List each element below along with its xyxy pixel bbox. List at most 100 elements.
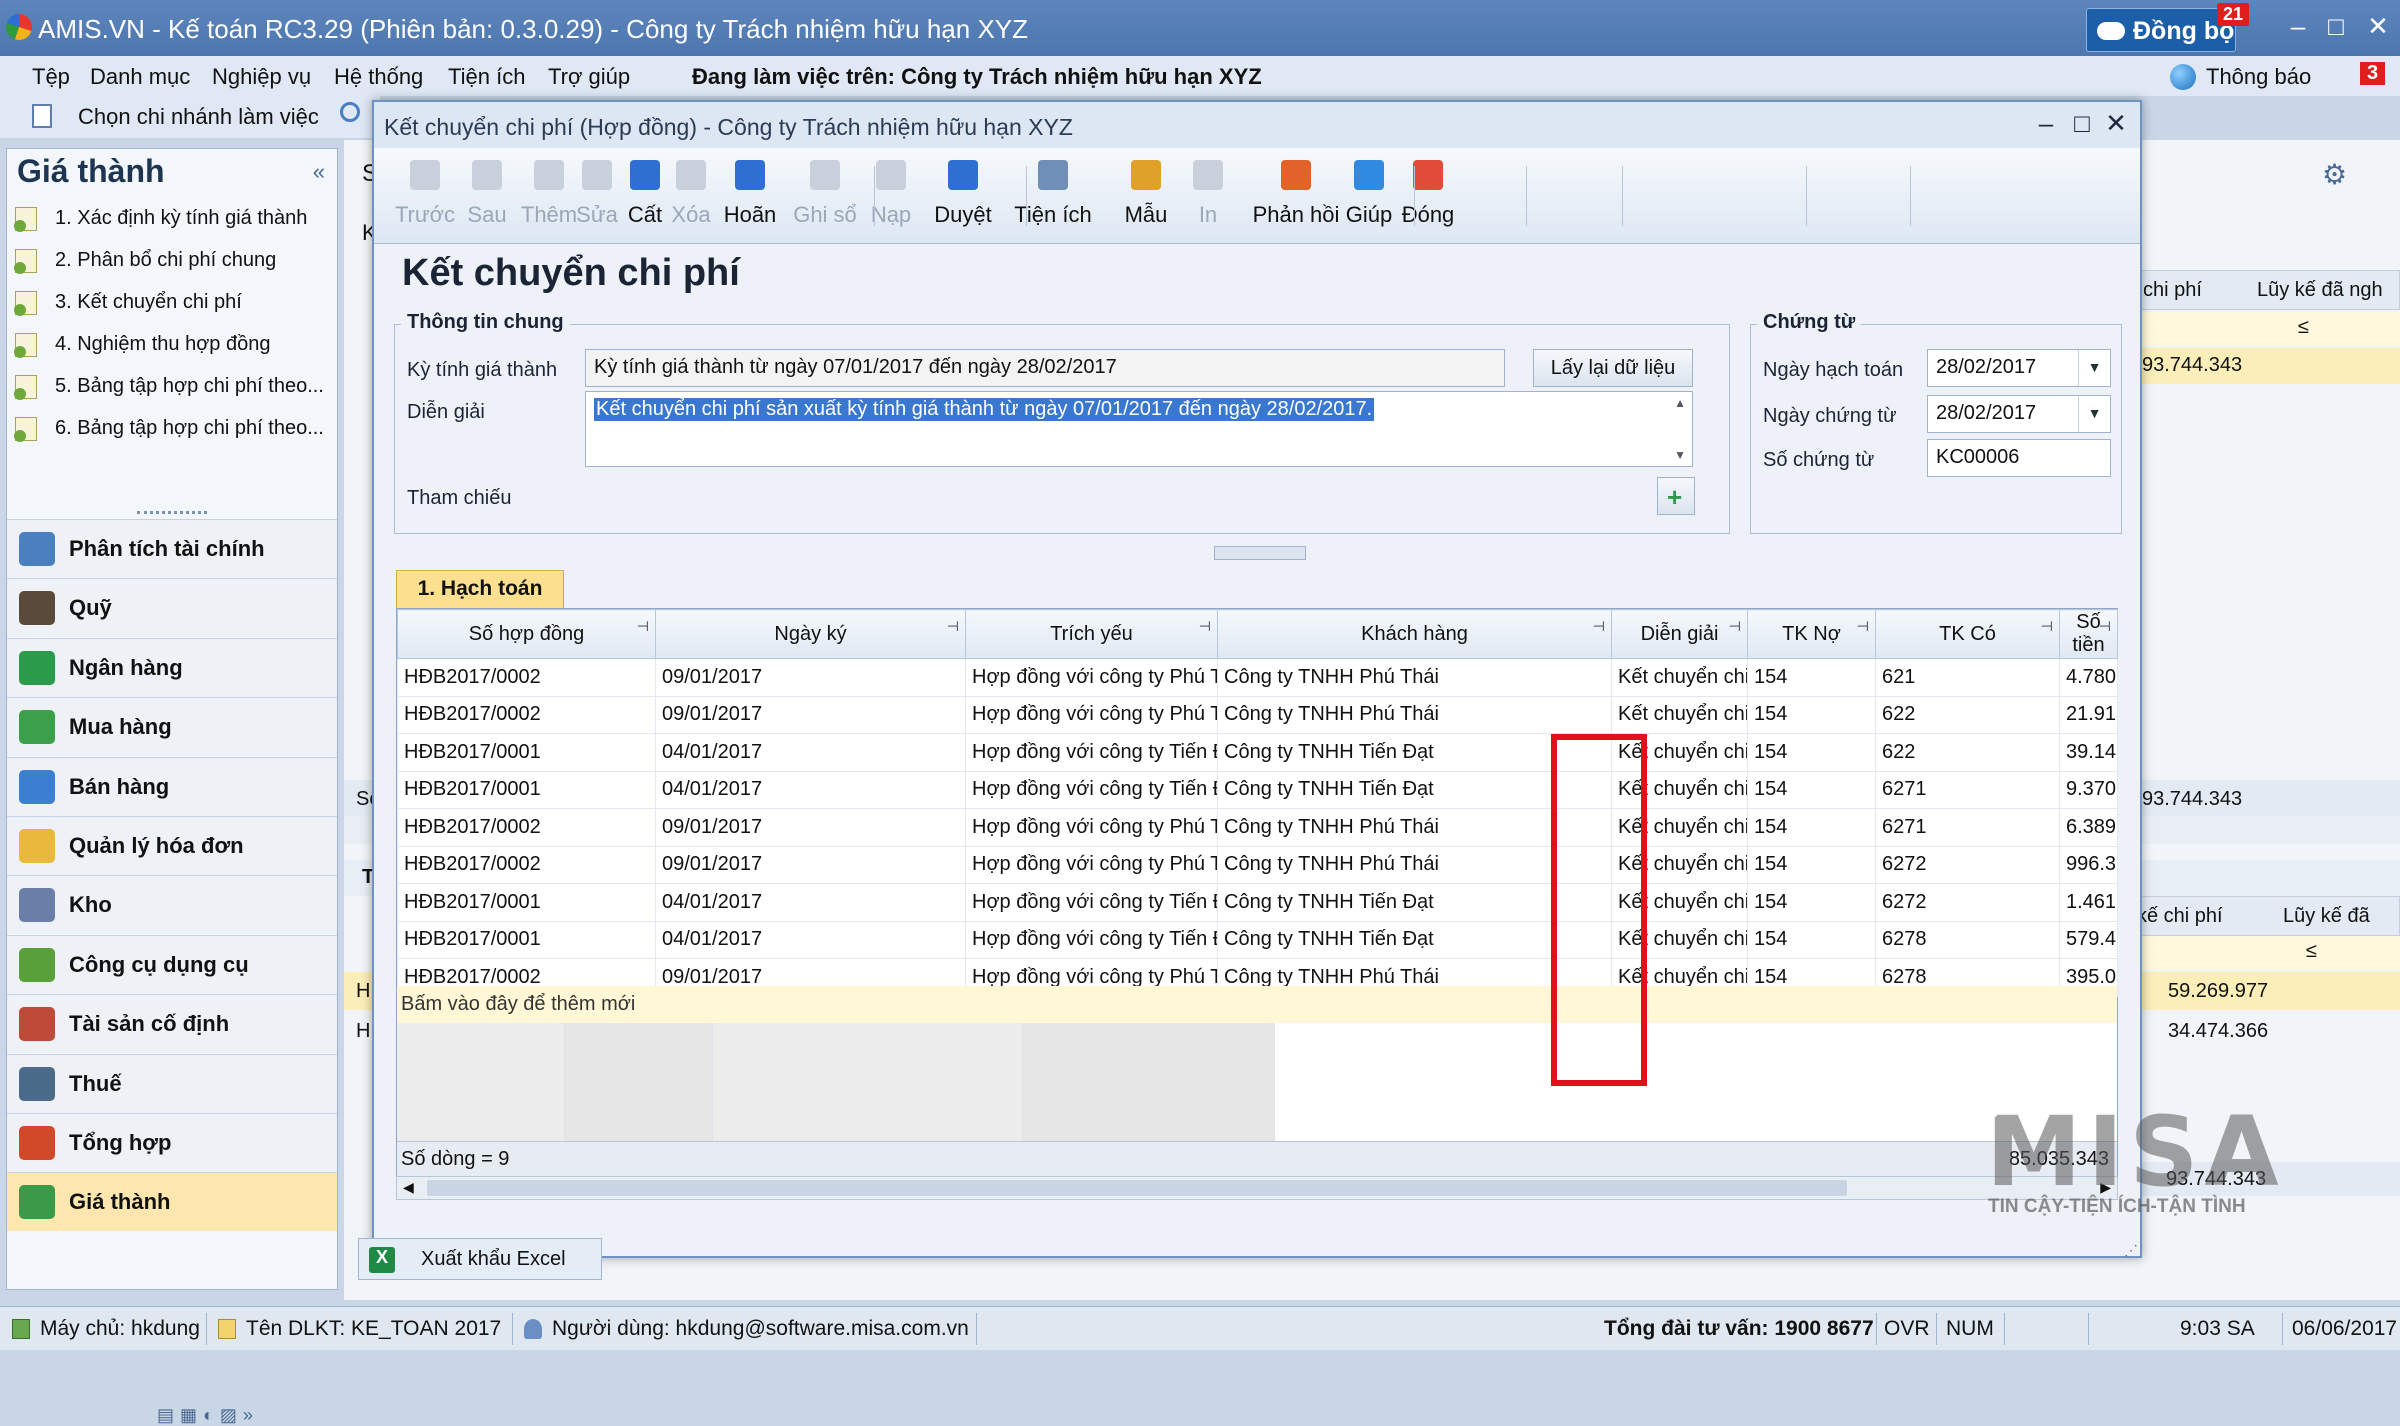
sidebar-item-cost-summary-2[interactable]: 6. Bảng tập hợp chi phí theo... bbox=[7, 407, 337, 449]
undo-button[interactable]: Hoãn bbox=[710, 156, 790, 238]
menu-catalog[interactable]: Danh mục bbox=[90, 64, 190, 90]
approve-button[interactable]: Duyệt bbox=[928, 156, 998, 238]
pin-icon[interactable]: ⊣ bbox=[1593, 618, 1605, 635]
table-cell[interactable]: 09/01/2017 bbox=[655, 808, 966, 847]
table-cell[interactable]: 154 bbox=[1747, 845, 1876, 884]
table-cell[interactable]: 4.780.000 bbox=[2059, 658, 2118, 697]
menu-system[interactable]: Hệ thống bbox=[334, 64, 423, 90]
table-cell[interactable]: HĐB2017/0002 bbox=[397, 845, 656, 884]
col-customer[interactable]: Khách hàng ⊣ bbox=[1217, 609, 1612, 659]
table-cell[interactable]: Hợp đồng với công ty Tiến Đạt bbox=[965, 733, 1218, 772]
nav-item-report[interactable]: Tổng hợp bbox=[7, 1113, 337, 1172]
table-cell[interactable]: Công ty TNHH Phú Thái bbox=[1217, 695, 1612, 734]
table-cell[interactable]: 04/01/2017 bbox=[655, 770, 966, 809]
table-cell[interactable]: 6271 bbox=[1875, 808, 2060, 847]
table-cell[interactable]: 154 bbox=[1747, 770, 1876, 809]
menu-operations[interactable]: Nghiệp vụ bbox=[212, 64, 311, 90]
table-cell[interactable]: Công ty TNHH Phú Thái bbox=[1217, 658, 1612, 697]
table-cell[interactable]: Kết chuyển chi phí 622 của hợp đồng H bbox=[1611, 695, 1748, 734]
col-sign-date[interactable]: Ngày ký ⊣ bbox=[655, 609, 966, 659]
table-cell[interactable]: Hợp đồng với công ty Tiến Đạt bbox=[965, 883, 1218, 922]
table-cell[interactable]: 154 bbox=[1747, 920, 1876, 959]
pin-icon[interactable]: ⊣ bbox=[637, 618, 649, 635]
nav-item-safe[interactable]: Quỹ bbox=[7, 578, 337, 638]
scroll-left-icon[interactable]: ◀ bbox=[403, 1179, 414, 1196]
table-row[interactable]: HĐB2017/0001 04/01/2017 Hợp đồng với công … bbox=[397, 733, 2118, 772]
col-contract-no[interactable]: Số hợp đồng ⊣ bbox=[397, 609, 656, 659]
nav-item-folder[interactable]: Quản lý hóa đơn bbox=[7, 816, 337, 875]
nav-item-price-tag[interactable]: Giá thành bbox=[7, 1172, 337, 1232]
pin-icon[interactable]: ⊣ bbox=[947, 618, 959, 635]
scroll-up-icon[interactable]: ▲ bbox=[1674, 396, 1686, 410]
table-cell[interactable]: 6278 bbox=[1875, 920, 2060, 959]
table-cell[interactable]: Kết chuyển chi phí 621 của hợp đồng H bbox=[1611, 658, 1748, 697]
table-cell[interactable]: HĐB2017/0001 bbox=[397, 883, 656, 922]
table-cell[interactable]: 622 bbox=[1875, 695, 2060, 734]
export-excel-button[interactable]: X Xuất khẩu Excel bbox=[358, 1238, 602, 1280]
table-row[interactable]: HĐB2017/0001 04/01/2017 Hợp đồng với công … bbox=[397, 770, 2118, 809]
table-cell[interactable]: 6272 bbox=[1875, 883, 2060, 922]
col-debit-account[interactable]: TK Nợ ⊣ bbox=[1747, 609, 1876, 659]
table-cell[interactable]: 6271 bbox=[1875, 770, 2060, 809]
search-icon[interactable] bbox=[340, 102, 360, 122]
table-cell[interactable]: HĐB2017/0002 bbox=[397, 808, 656, 847]
gear-icon[interactable]: ⚙ bbox=[2322, 158, 2347, 191]
table-cell[interactable]: 04/01/2017 bbox=[655, 733, 966, 772]
table-cell[interactable]: 04/01/2017 bbox=[655, 883, 966, 922]
nav-item-house[interactable]: Tài sản cố định bbox=[7, 994, 337, 1054]
posting-date-field[interactable]: 28/02/2017 ▼ bbox=[1927, 349, 2111, 387]
template-button[interactable]: Mẫu bbox=[1112, 156, 1180, 238]
sidebar-item-period[interactable]: 1. Xác định kỳ tính giá thành bbox=[7, 197, 337, 239]
table-cell[interactable]: 154 bbox=[1747, 695, 1876, 734]
table-row[interactable]: HĐB2017/0002 09/01/2017 Hợp đồng với công … bbox=[397, 845, 2118, 884]
pin-icon[interactable]: ⊣ bbox=[1729, 618, 1741, 635]
table-cell[interactable]: 04/01/2017 bbox=[655, 920, 966, 959]
chevron-down-icon[interactable]: ▼ bbox=[2078, 396, 2110, 432]
nav-item-tools[interactable]: Công cụ dụng cụ bbox=[7, 934, 337, 994]
table-row[interactable]: HĐB2017/0001 04/01/2017 Hợp đồng với công … bbox=[397, 883, 2118, 922]
table-cell[interactable]: 154 bbox=[1747, 808, 1876, 847]
table-cell[interactable]: 579.428 bbox=[2059, 920, 2118, 959]
sidebar-item-allocate-costs[interactable]: 2. Phân bổ chi phí chung bbox=[7, 239, 337, 281]
pin-icon[interactable]: ⊣ bbox=[1199, 618, 1211, 635]
table-cell[interactable]: 6.389.130 bbox=[2059, 808, 2118, 847]
sidebar-item-cost-summary-1[interactable]: 5. Bảng tập hợp chi phí theo... bbox=[7, 365, 337, 407]
window-maximize-icon[interactable]: □ bbox=[2066, 108, 2098, 140]
table-cell[interactable]: HĐB2017/0001 bbox=[397, 770, 656, 809]
sidebar-item-transfer-costs[interactable]: 3. Kết chuyển chi phí bbox=[7, 281, 337, 323]
maximize-icon[interactable]: □ bbox=[2318, 8, 2354, 44]
table-cell[interactable]: Hợp đồng với công ty Tiến Đạt bbox=[965, 920, 1218, 959]
col-amount[interactable]: Số tiền ⊣ bbox=[2059, 609, 2118, 659]
nav-item-bank[interactable]: Ngân hàng bbox=[7, 637, 337, 697]
tools-button[interactable]: Tiện ích bbox=[1008, 156, 1098, 238]
sync-button[interactable]: Đồng bộ 21 bbox=[2086, 3, 2249, 52]
table-cell[interactable]: Hợp đồng với công ty Phú Thái bbox=[965, 658, 1218, 697]
col-credit-account[interactable]: TK Có ⊣ bbox=[1875, 609, 2060, 659]
table-cell[interactable]: HĐB2017/0002 bbox=[397, 658, 656, 697]
voucher-no-field[interactable]: KC00006 bbox=[1927, 439, 2111, 477]
table-cell[interactable]: 21.913.800 bbox=[2059, 695, 2118, 734]
menu-help[interactable]: Trợ giúp bbox=[548, 64, 630, 90]
add-reference-button[interactable]: + bbox=[1657, 477, 1695, 515]
power-button[interactable]: Đóng bbox=[1388, 156, 1468, 238]
table-cell[interactable]: 622 bbox=[1875, 733, 2060, 772]
branch-selector[interactable]: Chọn chi nhánh làm việc bbox=[0, 96, 380, 138]
chevron-down-icon[interactable]: ▼ bbox=[2078, 350, 2110, 386]
voucher-date-field[interactable]: 28/02/2017 ▼ bbox=[1927, 395, 2111, 433]
resize-grip-icon[interactable]: ⋰ bbox=[2124, 1242, 2138, 1259]
table-cell[interactable]: Hợp đồng với công ty Phú Thái bbox=[965, 845, 1218, 884]
table-cell[interactable]: 9.370.460 bbox=[2059, 770, 2118, 809]
nav-item-warehouse[interactable]: Kho bbox=[7, 875, 337, 935]
table-cell[interactable]: HĐB2017/0001 bbox=[397, 920, 656, 959]
nav-item-tax[interactable]: Thuế bbox=[7, 1053, 337, 1113]
reload-data-button[interactable]: Lấy lại dữ liệu bbox=[1533, 349, 1693, 387]
pin-icon[interactable]: ⊣ bbox=[2099, 618, 2111, 635]
scroll-down-icon[interactable]: ▼ bbox=[1674, 448, 1686, 462]
table-cell[interactable]: 154 bbox=[1747, 658, 1876, 697]
table-cell[interactable]: 6272 bbox=[1875, 845, 2060, 884]
pin-icon[interactable]: ⊣ bbox=[2041, 618, 2053, 635]
table-cell[interactable]: HĐB2017/0002 bbox=[397, 695, 656, 734]
tab-accounting[interactable]: 1. Hạch toán bbox=[396, 570, 564, 608]
table-cell[interactable]: 39.149.800 bbox=[2059, 733, 2118, 772]
add-new-row[interactable]: Bấm vào đây để thêm mới bbox=[397, 986, 2117, 1023]
